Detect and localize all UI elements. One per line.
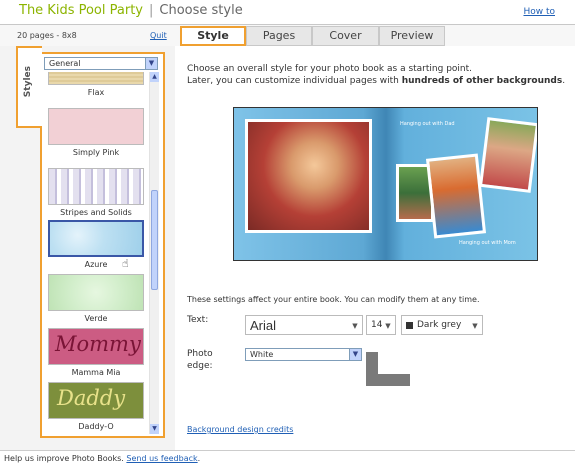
- project-title: The Kids Pool Party: [19, 3, 143, 18]
- styles-vertical-tab[interactable]: Styles: [16, 46, 42, 128]
- daddy-script: Daddy: [57, 386, 126, 410]
- simply-pink-swatch: [48, 108, 144, 145]
- chevron-down-icon: ▼: [349, 349, 361, 360]
- style-item-flax[interactable]: Flax: [44, 72, 148, 100]
- chevron-down-icon: ▼: [385, 322, 391, 330]
- caption-bottom: Hanging out with Mom: [459, 240, 516, 246]
- text-label: Text:: [187, 315, 209, 325]
- daddy-o-swatch: Daddy: [48, 382, 144, 419]
- feedback-link[interactable]: Send us feedback: [126, 454, 197, 463]
- font-size-value: 14: [371, 320, 383, 330]
- photo-mom-kids: [425, 153, 487, 239]
- photo-edge-label-2: edge:: [187, 361, 213, 371]
- background-credits-link[interactable]: Background design credits: [187, 425, 293, 434]
- photo-dad: [478, 117, 537, 193]
- style-name: Simply Pink: [72, 148, 120, 157]
- scrollbar-thumb[interactable]: [151, 190, 158, 290]
- quit-link[interactable]: Quit: [150, 31, 167, 40]
- chevron-down-icon: ▼: [472, 322, 478, 330]
- footer-period: .: [197, 454, 201, 463]
- style-list-scrollbar[interactable]: ▲ ▼: [149, 72, 159, 434]
- style-item-stripes-and-solids[interactable]: Stripes and Solids: [44, 168, 148, 220]
- footer: Help us improve Photo Books. Send us fee…: [0, 450, 575, 465]
- intro-line-1: Choose an overall style for your photo b…: [187, 64, 473, 74]
- step-title: Choose style: [159, 3, 243, 18]
- style-name: Mamma Mia: [71, 368, 121, 377]
- scroll-up-icon[interactable]: ▲: [150, 72, 159, 82]
- intro-line-2-text: Later, you can customize individual page…: [187, 76, 402, 86]
- photo-edge-label-1: Photo: [187, 349, 213, 359]
- app-header: The Kids Pool Party | Choose style How to: [0, 0, 575, 24]
- intro-bold-text: hundreds of other backgrounds: [401, 76, 563, 86]
- flax-swatch: [48, 72, 144, 85]
- style-list: Flax Simply Pink Stripes and Solids Azur…: [44, 72, 148, 434]
- photo-edge-preview: [366, 352, 410, 386]
- style-name: Stripes and Solids: [60, 208, 132, 217]
- verde-swatch: [48, 274, 144, 311]
- intro-text: Choose an overall style for your photo b…: [187, 63, 572, 87]
- intro-line-2: Later, you can customize individual page…: [187, 75, 572, 87]
- font-color-value: Dark grey: [417, 320, 462, 330]
- category-select[interactable]: General ▼: [44, 57, 158, 70]
- tab-cover[interactable]: Cover: [312, 26, 379, 46]
- hand-cursor-icon: ☝: [122, 257, 129, 270]
- page-title: The Kids Pool Party | Choose style: [19, 3, 243, 18]
- tab-pages[interactable]: Pages: [246, 26, 312, 46]
- font-select[interactable]: Arial ▼: [245, 315, 363, 335]
- style-name: Flax: [87, 88, 105, 97]
- footer-text: Help us improve Photo Books.: [4, 454, 124, 463]
- style-name: Verde: [84, 314, 108, 323]
- left-page: [234, 108, 386, 260]
- azure-swatch: [48, 220, 144, 257]
- how-to-link[interactable]: How to: [523, 7, 555, 17]
- style-item-simply-pink[interactable]: Simply Pink: [44, 108, 148, 160]
- settings-note: These settings affect your entire book. …: [187, 295, 480, 304]
- font-size-select[interactable]: 14 ▼: [366, 315, 396, 335]
- kids-photo: [245, 119, 372, 233]
- photo-edge-value: White: [250, 350, 274, 359]
- tab-style[interactable]: Style: [180, 26, 246, 46]
- main-content: Choose an overall style for your photo b…: [175, 46, 575, 450]
- category-value: General: [49, 59, 81, 68]
- style-item-verde[interactable]: Verde: [44, 274, 148, 326]
- style-item-mamma-mia[interactable]: Mommy Mamma Mia: [44, 328, 148, 380]
- tab-bar: 20 pages - 8x8 Quit Style Pages Cover Pr…: [0, 24, 575, 46]
- font-value: Arial: [250, 318, 277, 333]
- color-swatch: [406, 322, 413, 329]
- style-item-azure[interactable]: Azure ☝: [44, 220, 148, 272]
- chevron-down-icon: ▼: [145, 58, 157, 69]
- tab-preview[interactable]: Preview: [379, 26, 445, 46]
- chevron-down-icon: ▼: [352, 322, 358, 330]
- style-name: Azure: [84, 260, 108, 269]
- intro-period: .: [562, 76, 566, 86]
- style-item-daddy-o[interactable]: Daddy Daddy-O: [44, 382, 148, 434]
- photo-edge-select[interactable]: White ▼: [245, 348, 362, 361]
- title-separator: |: [149, 3, 154, 18]
- scroll-down-icon[interactable]: ▼: [150, 424, 159, 434]
- photo-edge-preview-inner: [378, 352, 410, 374]
- book-info: 20 pages - 8x8: [17, 31, 77, 40]
- caption-top: Hanging out with Dad: [400, 121, 455, 127]
- stripes-swatch: [48, 168, 144, 205]
- book-spread-preview: Hanging out with Dad Hanging out with Mo…: [233, 107, 538, 261]
- styles-tab-label: Styles: [23, 66, 33, 98]
- font-color-select[interactable]: Dark grey ▼: [401, 315, 483, 335]
- right-page: Hanging out with Dad Hanging out with Mo…: [386, 108, 537, 260]
- mommy-script: Mommy: [55, 332, 141, 356]
- style-name: Daddy-O: [78, 422, 114, 431]
- mamma-mia-swatch: Mommy: [48, 328, 144, 365]
